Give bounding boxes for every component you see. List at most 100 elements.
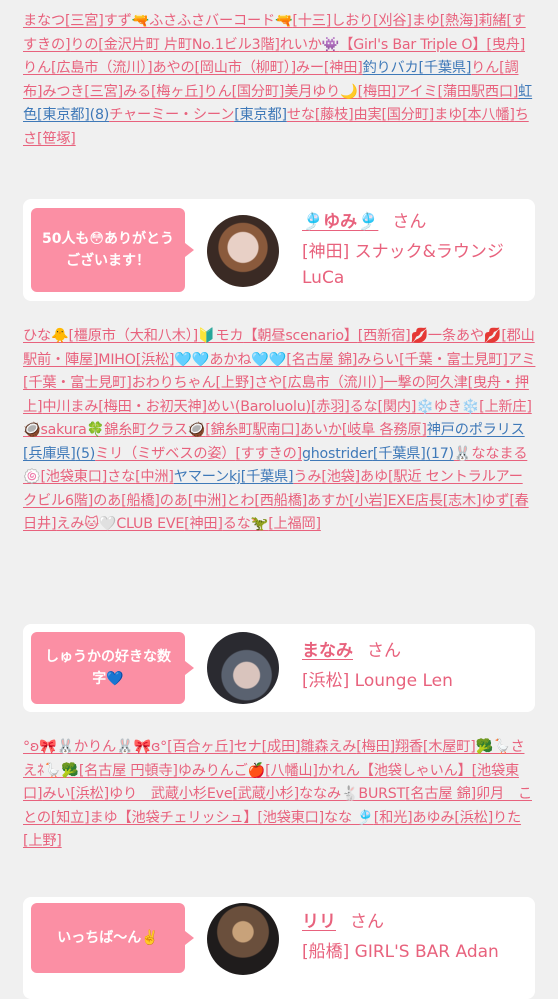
sender-link[interactable]: EXE店長	[388, 493, 443, 509]
sender-link[interactable]: めい	[207, 399, 235, 415]
location-link[interactable]: [上野]	[216, 375, 255, 391]
sender-link[interactable]: 一撃の阿久津	[384, 375, 468, 391]
sender-link[interactable]: MIHO	[98, 352, 136, 368]
sender-link[interactable]: まゆ	[434, 107, 462, 123]
sender-link[interactable]: りた	[493, 810, 521, 826]
sender-link[interactable]: まなつ	[23, 13, 65, 29]
sender-name-link[interactable]: リリ	[302, 912, 336, 932]
sender-link[interactable]: あすか	[307, 493, 349, 509]
location-link[interactable]: [国分町]	[232, 84, 285, 100]
location-link[interactable]: [名古屋 円頓寺]	[79, 763, 178, 779]
location-link[interactable]: [名古屋 錦]	[405, 786, 476, 802]
sender-name-link[interactable]: 🎐ゆみ🎐	[302, 212, 378, 232]
sender-link[interactable]: 由実	[353, 107, 381, 123]
sender-link[interactable]: 翔香	[395, 739, 423, 755]
sender-link[interactable]: 🥥sakura🍀錦糸町クラス🥥	[23, 422, 205, 438]
sender-link[interactable]: ヤマーンkj	[174, 469, 241, 485]
sender-link[interactable]: りん	[204, 84, 232, 100]
location-link[interactable]: [西新宿]	[358, 328, 411, 344]
sender-link[interactable]: ゆず	[481, 493, 509, 509]
location-link[interactable]: [千葉・富士見町]	[23, 375, 132, 391]
sender-link[interactable]: 【Girl's Bar Triple O】	[339, 37, 486, 53]
sender-link[interactable]: しおり	[331, 13, 373, 29]
sender-link[interactable]: 美月ゆり🌙	[284, 84, 358, 100]
location-link[interactable]: [中洲]	[188, 493, 227, 509]
sender-link[interactable]: アミ	[508, 352, 536, 368]
sender-link[interactable]: ひな🐥	[23, 328, 69, 344]
location-link[interactable]: [蒲田駅西口]	[438, 84, 519, 100]
sender-link[interactable]: すず🔫ふさふさバーコード🔫	[104, 13, 293, 29]
sender-link[interactable]: のあ	[160, 493, 188, 509]
sender-link[interactable]: みい	[42, 786, 70, 802]
sender-link[interactable]: れいか👾	[280, 37, 340, 53]
location-link[interactable]: [浜松]	[136, 352, 175, 368]
location-link[interactable]: [百合ヶ丘]	[167, 739, 234, 755]
sender-link[interactable]: とわ	[226, 493, 254, 509]
sender-link[interactable]: アイミ	[396, 84, 437, 100]
sender-link[interactable]: 中川まみ	[42, 399, 98, 415]
sender-name-link[interactable]: まなみ	[302, 641, 353, 661]
location-link[interactable]: [小岩]	[349, 493, 388, 509]
location-link[interactable]: [曳舟]	[486, 37, 525, 53]
location-link[interactable]: [十三]	[292, 13, 331, 29]
sender-link[interactable]: かれん	[318, 763, 360, 779]
sender-link[interactable]: ❄️ゆき❄️	[416, 399, 479, 415]
sender-link[interactable]: 莉緒	[478, 13, 506, 29]
location-link[interactable]: [本八幡]	[462, 107, 515, 123]
location-link[interactable]: [上福岡]	[268, 516, 321, 532]
sender-link[interactable]: りの	[70, 37, 98, 53]
location-link[interactable]: [池袋東口]	[40, 469, 107, 485]
location-link[interactable]: [西船橋]	[254, 493, 307, 509]
sender-link[interactable]: 【池袋チェリッシュ】	[117, 810, 257, 826]
location-link[interactable]: [岡山市（柳町）]	[194, 60, 296, 76]
location-link[interactable]: [笹塚]	[37, 131, 76, 147]
location-link[interactable]: [国分町]	[381, 107, 434, 123]
sender-link[interactable]: あやの	[152, 60, 194, 76]
sender-link[interactable]: のあ	[93, 493, 121, 509]
location-link[interactable]: [赤羽]	[311, 399, 350, 415]
sender-link[interactable]: チャーミー・シーン	[109, 107, 234, 123]
location-link[interactable]: [志木]	[443, 493, 482, 509]
sender-link[interactable]: セナ	[234, 739, 262, 755]
location-link[interactable]: [千葉県]	[419, 60, 472, 76]
location-link[interactable]: [岐阜 各務原]	[342, 422, 427, 438]
location-link[interactable]: [神田]	[324, 60, 363, 76]
location-link[interactable]: [三宮]	[65, 13, 104, 29]
sender-link[interactable]: るな	[350, 399, 378, 415]
sender-link[interactable]: 神戸のポラリス	[427, 422, 525, 438]
sender-link[interactable]: るな🦖	[223, 516, 269, 532]
location-link[interactable]: [池袋]	[321, 469, 360, 485]
sender-link[interactable]: 💋一条あや💋	[410, 328, 501, 344]
sender-link[interactable]: ghostrider	[302, 446, 373, 462]
location-link[interactable]: [千葉県]	[373, 446, 426, 462]
sender-link[interactable]: ミリ（ミザベスの姿）	[95, 446, 235, 462]
sender-link[interactable]: 【池袋しゃいん】	[360, 763, 472, 779]
sender-link[interactable]: あゆみ	[412, 810, 454, 826]
location-link[interactable]: [東京都]	[37, 107, 90, 123]
location-link[interactable]: [梅田]	[358, 84, 397, 100]
location-link[interactable]: (5)	[76, 446, 96, 462]
location-link[interactable]: [梅ヶ丘]	[151, 84, 204, 100]
location-link[interactable]: [広島市（流川）]	[51, 60, 153, 76]
sender-link[interactable]: 【朝昼scenario】	[243, 328, 358, 344]
location-link[interactable]: (Baroluolu)	[235, 399, 311, 415]
sender-link[interactable]: あいか	[300, 422, 342, 438]
location-link[interactable]: [熱海]	[440, 13, 479, 29]
location-link[interactable]: [名古屋 錦]	[286, 352, 357, 368]
location-link[interactable]: [知立]	[51, 810, 90, 826]
location-link[interactable]: [中洲]	[135, 469, 174, 485]
location-link[interactable]: [池袋東口]	[257, 810, 324, 826]
sender-link[interactable]: あゆ	[360, 469, 388, 485]
avatar[interactable]	[207, 632, 279, 704]
sender-link[interactable]: みらい	[357, 352, 399, 368]
location-link[interactable]: [すすきの]	[235, 446, 302, 462]
location-link[interactable]: [上新庄]	[479, 399, 532, 415]
avatar[interactable]	[207, 215, 279, 287]
sender-link[interactable]: おわりちゃん	[132, 375, 216, 391]
sender-link[interactable]: °ʚ🎀🐰かりん🐰🎀ɞ°	[23, 739, 167, 755]
sender-link[interactable]: まゆ	[412, 13, 440, 29]
sender-link[interactable]: みー	[296, 60, 324, 76]
avatar[interactable]	[207, 903, 279, 975]
sender-link[interactable]: ゆり 武蔵小杉Eve	[109, 786, 233, 802]
location-link[interactable]: [上野]	[23, 833, 62, 849]
